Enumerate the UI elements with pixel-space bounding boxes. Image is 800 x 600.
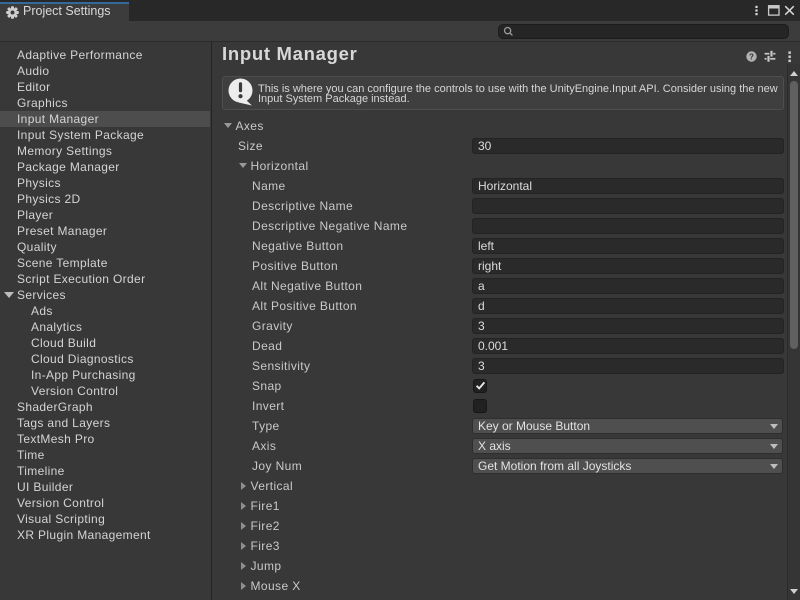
- svg-text:?: ?: [749, 52, 754, 61]
